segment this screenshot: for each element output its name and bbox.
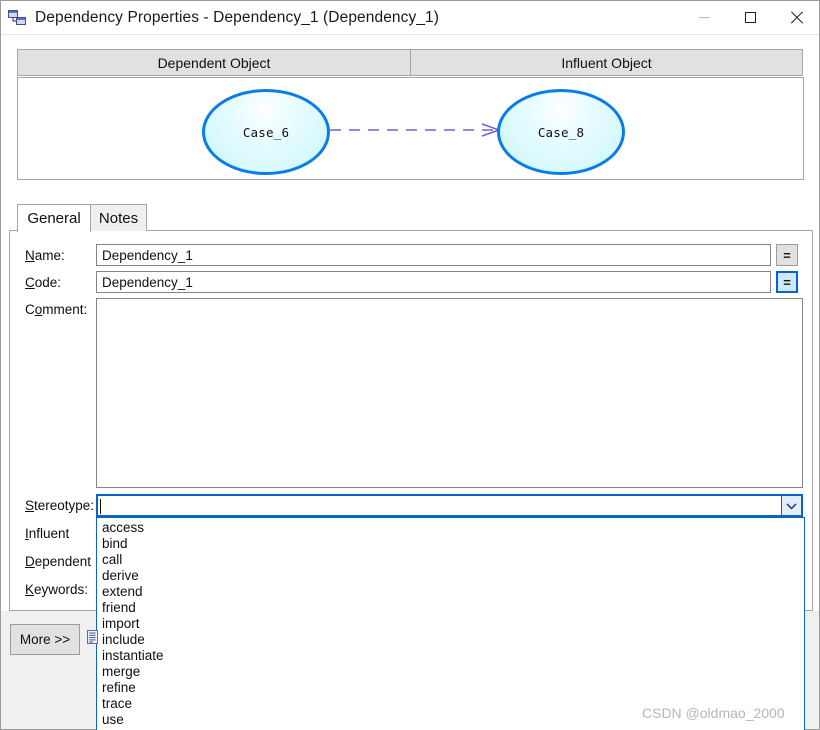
influent-label: Influent <box>25 526 69 541</box>
stereotype-option[interactable]: refine <box>97 680 804 696</box>
stereotype-option[interactable]: bind <box>97 536 804 552</box>
name-input-value: Dependency_1 <box>102 247 193 263</box>
dependency-properties-dialog: Dependency Properties - Dependency_1 (De… <box>0 0 820 730</box>
keywords-label-accesskey: K <box>25 582 35 597</box>
title-bar-separator <box>1 34 819 35</box>
maximize-icon <box>744 12 756 23</box>
code-equals-button-label: = <box>783 274 791 290</box>
close-icon <box>790 11 803 24</box>
minimize-button[interactable] <box>681 1 727 34</box>
watermark: CSDN @oldmao_2000 <box>642 705 785 721</box>
tab-notes-label: Notes <box>98 209 139 227</box>
stereotype-option-list: access bind call derive extend friend import in… <box>97 518 804 728</box>
stereotype-dropdown-list[interactable]: access bind call derive extend friend import in… <box>96 517 805 730</box>
dependent-label-text: ependent <box>34 554 92 569</box>
dependent-label-accesskey: D <box>25 554 35 569</box>
stereotype-option[interactable]: import <box>97 616 804 632</box>
tab-general-label: General <box>27 210 81 227</box>
more-button-label: More >> <box>19 632 71 647</box>
comment-label-prefix: C <box>25 302 35 317</box>
influent-label-text: nfluent <box>28 526 70 541</box>
tab-strip: General Notes <box>9 204 813 232</box>
stereotype-option[interactable]: derive <box>97 568 804 584</box>
tab-general[interactable]: General <box>17 204 91 232</box>
code-label-text: ode: <box>34 275 62 290</box>
influent-object-header-label: Influent Object <box>561 54 652 71</box>
stereotype-text-cursor <box>100 499 101 514</box>
stereotype-option[interactable]: access <box>97 520 804 536</box>
code-input-value: Dependency_1 <box>102 274 193 290</box>
name-label-accesskey: N <box>25 248 35 263</box>
code-equals-button[interactable]: = <box>776 271 798 293</box>
window-title: Dependency Properties - Dependency_1 (De… <box>35 8 440 26</box>
influent-object-node-label: Case_8 <box>537 124 585 140</box>
dependent-object-header-label: Dependent Object <box>157 54 271 71</box>
code-label-accesskey: C <box>25 275 35 290</box>
stereotype-option[interactable]: merge <box>97 664 804 680</box>
maximize-button[interactable] <box>727 1 773 34</box>
close-button[interactable] <box>773 1 819 34</box>
stereotype-option[interactable]: friend <box>97 600 804 616</box>
code-label: Code: <box>25 275 61 290</box>
title-bar: Dependency Properties - Dependency_1 (De… <box>1 1 819 34</box>
stereotype-label-accesskey: S <box>25 498 35 513</box>
dependency-icon <box>7 8 27 28</box>
keywords-label: Keywords: <box>25 582 88 597</box>
more-button[interactable]: More >> <box>10 624 80 655</box>
influent-object-node[interactable]: Case_8 <box>497 89 625 175</box>
name-input[interactable]: Dependency_1 <box>96 244 771 266</box>
dependent-object-node-label: Case_6 <box>242 124 290 140</box>
chevron-down-icon[interactable] <box>781 495 802 516</box>
list-icon <box>87 630 98 644</box>
stereotype-combobox[interactable] <box>96 494 803 517</box>
tab-notes[interactable]: Notes <box>90 204 147 231</box>
diagram-preview: Case_6 Case_8 <box>17 77 804 180</box>
influent-object-header[interactable]: Influent Object <box>410 49 803 76</box>
comment-label: Comment: <box>25 302 87 317</box>
name-label: Name: <box>25 248 65 263</box>
stereotype-option[interactable]: include <box>97 632 804 648</box>
dependent-label: Dependent <box>25 554 91 569</box>
stereotype-option[interactable]: instantiate <box>97 648 804 664</box>
dependent-object-node[interactable]: Case_6 <box>202 89 330 175</box>
minimize-icon <box>698 17 710 18</box>
code-input[interactable]: Dependency_1 <box>96 271 771 293</box>
dependent-object-header[interactable]: Dependent Object <box>17 49 411 76</box>
stereotype-option[interactable]: call <box>97 552 804 568</box>
name-equals-button-label: = <box>783 247 791 263</box>
object-headers: Dependent Object Influent Object <box>17 49 804 76</box>
name-label-text: ame: <box>34 248 65 263</box>
stereotype-label-text: tereotype: <box>34 498 95 513</box>
stereotype-option[interactable]: extend <box>97 584 804 600</box>
comment-textarea[interactable] <box>96 298 803 488</box>
comment-label-text: mment: <box>42 302 88 317</box>
name-equals-button[interactable]: = <box>776 244 798 266</box>
dependency-arrow-icon <box>330 123 510 137</box>
window-controls <box>681 1 819 34</box>
stereotype-label: Stereotype: <box>25 498 94 513</box>
keywords-label-text: eywords: <box>34 582 89 597</box>
